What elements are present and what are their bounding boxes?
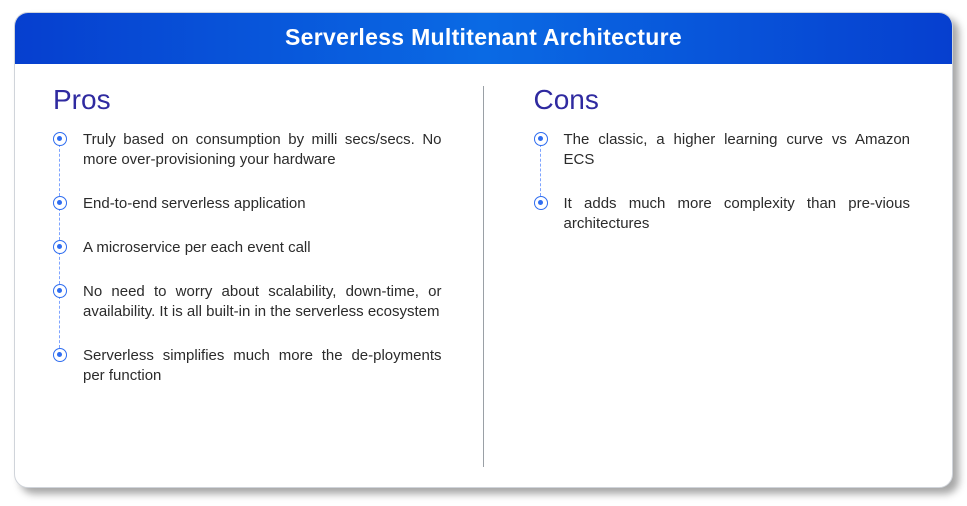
column-divider (483, 86, 484, 467)
card-title: Serverless Multitenant Architecture (285, 24, 682, 50)
bullet-icon (57, 244, 62, 249)
bullet-icon (538, 136, 543, 141)
list-item-text: A microservice per each event call (83, 239, 311, 256)
bullet-icon (538, 200, 543, 205)
stage: Serverless Multitenant Architecture Pros… (0, 0, 967, 506)
list-item: The classic, a higher learning curve vs … (534, 130, 911, 194)
list-item-text: Serverless simplifies much more the de-p… (83, 347, 442, 384)
pros-column: Pros Truly based on consumption by milli… (15, 64, 484, 487)
list-item-text: It adds much more complexity than pre-vi… (564, 195, 911, 232)
list-item: It adds much more complexity than pre-vi… (534, 194, 911, 234)
cons-title: Cons (534, 84, 911, 116)
pros-title: Pros (53, 84, 442, 116)
list-item: No need to worry about scalability, down… (53, 282, 442, 346)
list-item-text: End-to-end serverless application (83, 195, 306, 212)
card-header: Serverless Multitenant Architecture (15, 13, 952, 64)
pros-list: Truly based on consumption by milli secs… (53, 130, 442, 386)
list-item: A microservice per each event call (53, 238, 442, 282)
card: Serverless Multitenant Architecture Pros… (14, 12, 953, 488)
bullet-icon (57, 288, 62, 293)
bullet-icon (57, 352, 62, 357)
bullet-icon (57, 136, 62, 141)
list-item: End-to-end serverless application (53, 194, 442, 238)
list-item-text: Truly based on consumption by milli secs… (83, 131, 442, 168)
bullet-icon (57, 200, 62, 205)
list-item-text: The classic, a higher learning curve vs … (564, 131, 911, 168)
cons-list: The classic, a higher learning curve vs … (534, 130, 911, 234)
list-item: Truly based on consumption by milli secs… (53, 130, 442, 194)
list-item-text: No need to worry about scalability, down… (83, 283, 442, 320)
list-item: Serverless simplifies much more the de-p… (53, 346, 442, 386)
cons-column: Cons The classic, a higher learning curv… (484, 64, 953, 487)
card-body: Pros Truly based on consumption by milli… (15, 64, 952, 487)
